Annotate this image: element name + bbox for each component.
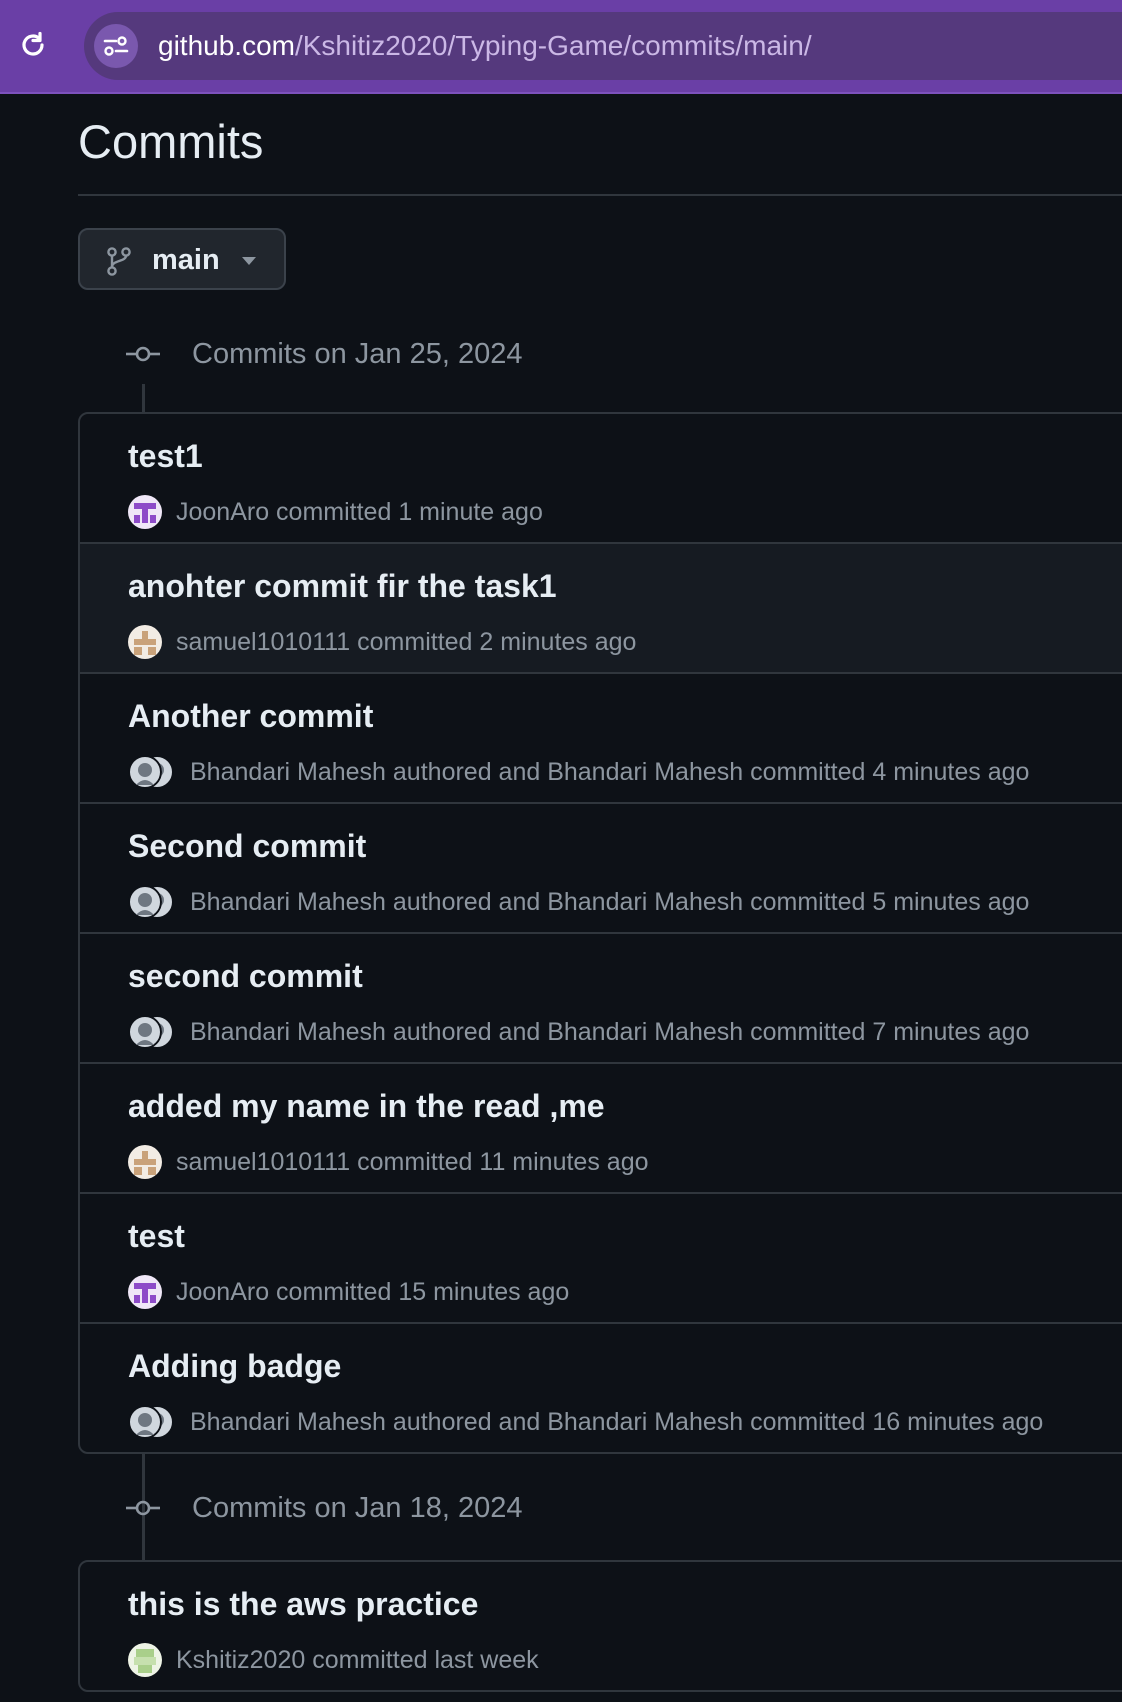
git-commit-icon bbox=[126, 346, 160, 362]
commit-row[interactable]: added my name in the read ,me samuel1010… bbox=[80, 1062, 1122, 1192]
divider bbox=[78, 194, 1122, 196]
url-path: /Kshitiz2020/Typing-Game/commits/main/ bbox=[294, 30, 812, 61]
commit-row[interactable]: test JoonAro committed 15 minutes ago bbox=[80, 1192, 1122, 1322]
commit-author-info: JoonAro committed 15 minutes ago bbox=[176, 1278, 570, 1306]
reload-icon[interactable] bbox=[14, 26, 52, 64]
commit-group-label: Commits on Jan 25, 2024 bbox=[192, 338, 523, 370]
commit-row[interactable]: anohter commit fir the task1 samuel10101… bbox=[80, 542, 1122, 672]
coauthor-avatars[interactable] bbox=[128, 885, 176, 919]
commit-author-info: Bhandari Mahesh authored and Bhandari Ma… bbox=[190, 1018, 1030, 1046]
commit-meta: Kshitiz2020 committed last week bbox=[128, 1642, 539, 1678]
url-host: github.com bbox=[158, 30, 295, 61]
browser-toolbar: github.com/Kshitiz2020/Typing-Game/commi… bbox=[0, 0, 1122, 94]
avatar[interactable] bbox=[128, 495, 162, 529]
avatar[interactable] bbox=[128, 625, 162, 659]
avatar[interactable] bbox=[128, 1275, 162, 1309]
commit-author-info: samuel1010111 committed 11 minutes ago bbox=[176, 1148, 649, 1176]
commit-meta: Bhandari Mahesh authored and Bhandari Ma… bbox=[128, 754, 1029, 790]
commit-meta: Bhandari Mahesh authored and Bhandari Ma… bbox=[128, 1404, 1043, 1440]
commit-row[interactable]: Another commit Bhandari Mahesh authored … bbox=[80, 672, 1122, 802]
branch-selector-button[interactable]: main bbox=[78, 228, 286, 290]
commit-row[interactable]: second commit Bhandari Mahesh authored a… bbox=[80, 932, 1122, 1062]
url-text[interactable]: github.com/Kshitiz2020/Typing-Game/commi… bbox=[158, 28, 812, 64]
commit-meta: JoonAro committed 1 minute ago bbox=[128, 494, 543, 530]
commit-row[interactable]: Adding badge Bhandari Mahesh authored an… bbox=[80, 1322, 1122, 1452]
commit-list: test1 JoonAro committed 1 minute ago ano… bbox=[78, 412, 1122, 1454]
commit-author-info: JoonAro committed 1 minute ago bbox=[176, 498, 543, 526]
commit-author-info: Bhandari Mahesh authored and Bhandari Ma… bbox=[190, 1408, 1044, 1436]
avatar[interactable] bbox=[128, 1145, 162, 1179]
coauthor-avatars[interactable] bbox=[128, 1405, 176, 1439]
branch-name: main bbox=[152, 244, 220, 276]
commit-title-link[interactable]: test1 bbox=[128, 436, 203, 476]
github-avatar-icon bbox=[128, 1405, 162, 1439]
commit-title-link[interactable]: test bbox=[128, 1216, 185, 1256]
commit-author-info: Bhandari Mahesh authored and Bhandari Ma… bbox=[190, 888, 1030, 916]
commit-author-info: Kshitiz2020 committed last week bbox=[176, 1646, 539, 1674]
commit-meta: Bhandari Mahesh authored and Bhandari Ma… bbox=[128, 1014, 1029, 1050]
commit-title-link[interactable]: this is the aws practice bbox=[128, 1584, 478, 1624]
github-avatar-icon bbox=[128, 755, 162, 789]
commit-row[interactable]: Second commit Bhandari Mahesh authored a… bbox=[80, 802, 1122, 932]
commit-title-link[interactable]: Second commit bbox=[128, 826, 366, 866]
address-bar[interactable]: github.com/Kshitiz2020/Typing-Game/commi… bbox=[84, 12, 1122, 80]
commit-author-info: samuel1010111 committed 2 minutes ago bbox=[176, 628, 637, 656]
commit-group-header: Commits on Jan 18, 2024 bbox=[126, 1488, 1026, 1528]
git-commit-icon bbox=[126, 1500, 160, 1516]
github-avatar-icon bbox=[128, 1015, 162, 1049]
timeline-line bbox=[142, 384, 145, 414]
commit-meta: samuel1010111 committed 2 minutes ago bbox=[128, 624, 636, 660]
site-settings-icon[interactable] bbox=[94, 24, 138, 68]
commit-title-link[interactable]: added my name in the read ,me bbox=[128, 1086, 605, 1126]
commit-title-link[interactable]: anohter commit fir the task1 bbox=[128, 566, 557, 606]
commit-title-link[interactable]: second commit bbox=[128, 956, 363, 996]
github-avatar-icon bbox=[128, 885, 162, 919]
commit-group-label: Commits on Jan 18, 2024 bbox=[192, 1492, 523, 1524]
commit-author-info: Bhandari Mahesh authored and Bhandari Ma… bbox=[190, 758, 1030, 786]
page-title: Commits bbox=[78, 115, 264, 168]
commit-meta: JoonAro committed 15 minutes ago bbox=[128, 1274, 569, 1310]
commit-title-link[interactable]: Another commit bbox=[128, 696, 373, 736]
coauthor-avatars[interactable] bbox=[128, 755, 176, 789]
commit-title-link[interactable]: Adding badge bbox=[128, 1346, 341, 1386]
commit-row[interactable]: test1 JoonAro committed 1 minute ago bbox=[80, 414, 1122, 542]
coauthor-avatars[interactable] bbox=[128, 1015, 176, 1049]
avatar[interactable] bbox=[128, 1643, 162, 1677]
git-branch-icon bbox=[107, 247, 131, 276]
commit-meta: samuel1010111 committed 11 minutes ago bbox=[128, 1144, 649, 1180]
chevron-down-icon bbox=[242, 257, 256, 265]
commit-list: this is the aws practice Kshitiz2020 com… bbox=[78, 1560, 1122, 1692]
commit-meta: Bhandari Mahesh authored and Bhandari Ma… bbox=[128, 884, 1029, 920]
commit-group-header: Commits on Jan 25, 2024 bbox=[126, 334, 1026, 374]
commit-row[interactable]: this is the aws practice Kshitiz2020 com… bbox=[80, 1562, 1122, 1690]
